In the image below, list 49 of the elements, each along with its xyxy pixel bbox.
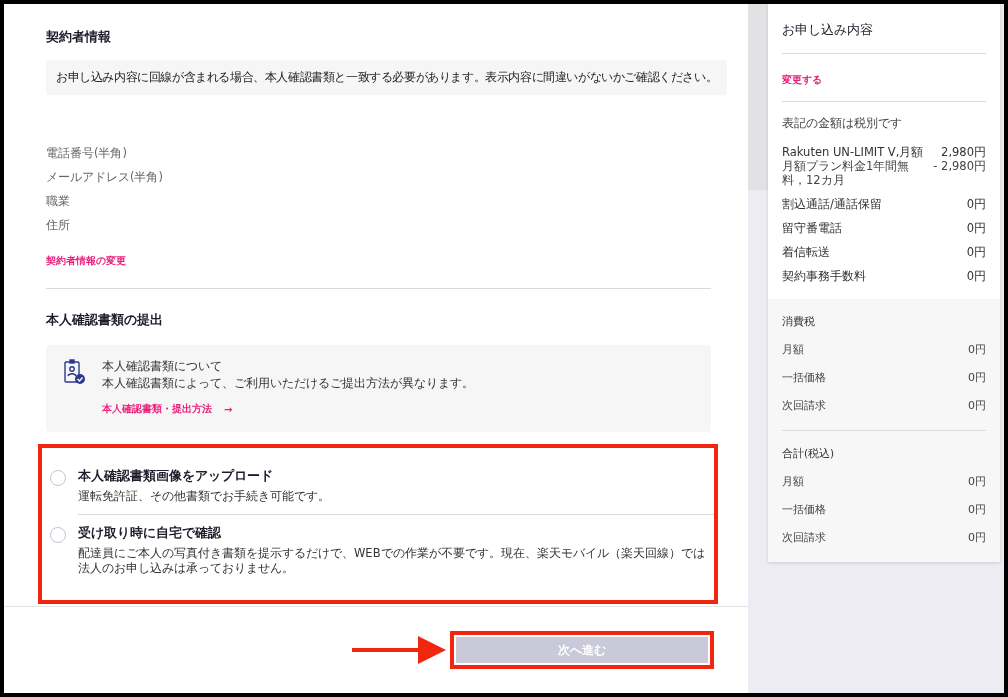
arrow-icon: → [224, 404, 233, 415]
item-price: 0円 [966, 245, 986, 259]
field-label: 職業 [46, 193, 71, 209]
group-title: 合計(税込) [782, 447, 836, 461]
row-price: 0円 [968, 398, 986, 413]
row-price: 0円 [968, 342, 986, 357]
radio-button[interactable] [50, 527, 66, 543]
option-description: 配達員にご本人の写真付き書類を提示するだけで、WEBでの作業が不要です。現在、楽天モバイル（楽天回線）では法人のお申し込みは承っておりません。 [78, 546, 706, 576]
row-label: 一括価格 [782, 502, 826, 517]
item-price: 0円 [966, 197, 986, 211]
summary-title: お申し込み内容 [782, 22, 874, 39]
row-label: 月額 [782, 474, 804, 489]
item-label: 割込通話/通話保留 [782, 197, 882, 211]
item-label: 留守番電話 [782, 221, 842, 235]
item-label: 月額プラン料金1年間無料，12カ月 [782, 159, 911, 187]
row-label: 一括価格 [782, 370, 826, 385]
item-price: 0円 [966, 221, 986, 235]
radio-button[interactable] [50, 470, 66, 486]
id-card-check-icon [64, 359, 86, 385]
row-price: 0円 [968, 474, 986, 489]
row-price: 0円 [968, 370, 986, 385]
change-contract-link[interactable]: 契約者情報の変更 [46, 255, 126, 268]
item-price: 0円 [966, 269, 986, 283]
tax-note: 表記の金額は税別です [782, 116, 903, 131]
field-label: 住所 [46, 217, 71, 233]
change-link[interactable]: 変更する [782, 74, 822, 85]
group-title: 消費税 [782, 315, 816, 329]
field-label: メールアドレス(半角) [46, 169, 164, 185]
item-label: Rakuten UN-LIMIT V,月額 [782, 145, 924, 159]
row-label: 次回請求 [782, 530, 826, 545]
option-title: 受け取り時に自宅で確認 [78, 525, 222, 542]
section-title: 契約者情報 [46, 28, 112, 46]
notice-text: お申し込み内容に回線が含まれる場合、本人確認書類と一致する必要があります。表示内容に間違いがないかご確認ください。 [46, 60, 728, 95]
field-label: 電話番号(半角) [46, 145, 128, 161]
document-methods-link[interactable]: 本人確認書類・提出方法 [102, 403, 212, 416]
arrow-icon [352, 636, 446, 664]
row-label: 次回請求 [782, 398, 826, 413]
section-title: 本人確認書類の提出 [46, 311, 164, 329]
info-text: 本人確認書類によって、ご利用いただけるご提出方法が異なります。 [102, 376, 474, 391]
option-description: 運転免許証、その他書類でお手続き可能です。 [78, 489, 331, 504]
item-label: 着信転送 [782, 245, 830, 259]
info-title: 本人確認書類について [102, 359, 223, 374]
item-price: 2,980円 [941, 145, 986, 159]
row-label: 月額 [782, 342, 804, 357]
item-label: 契約事務手数料 [782, 269, 866, 283]
row-price: 0円 [968, 530, 986, 545]
row-price: 0円 [968, 502, 986, 517]
item-price: - 2,980円 [933, 159, 986, 175]
option-title: 本人確認書類画像をアップロード [78, 468, 274, 485]
